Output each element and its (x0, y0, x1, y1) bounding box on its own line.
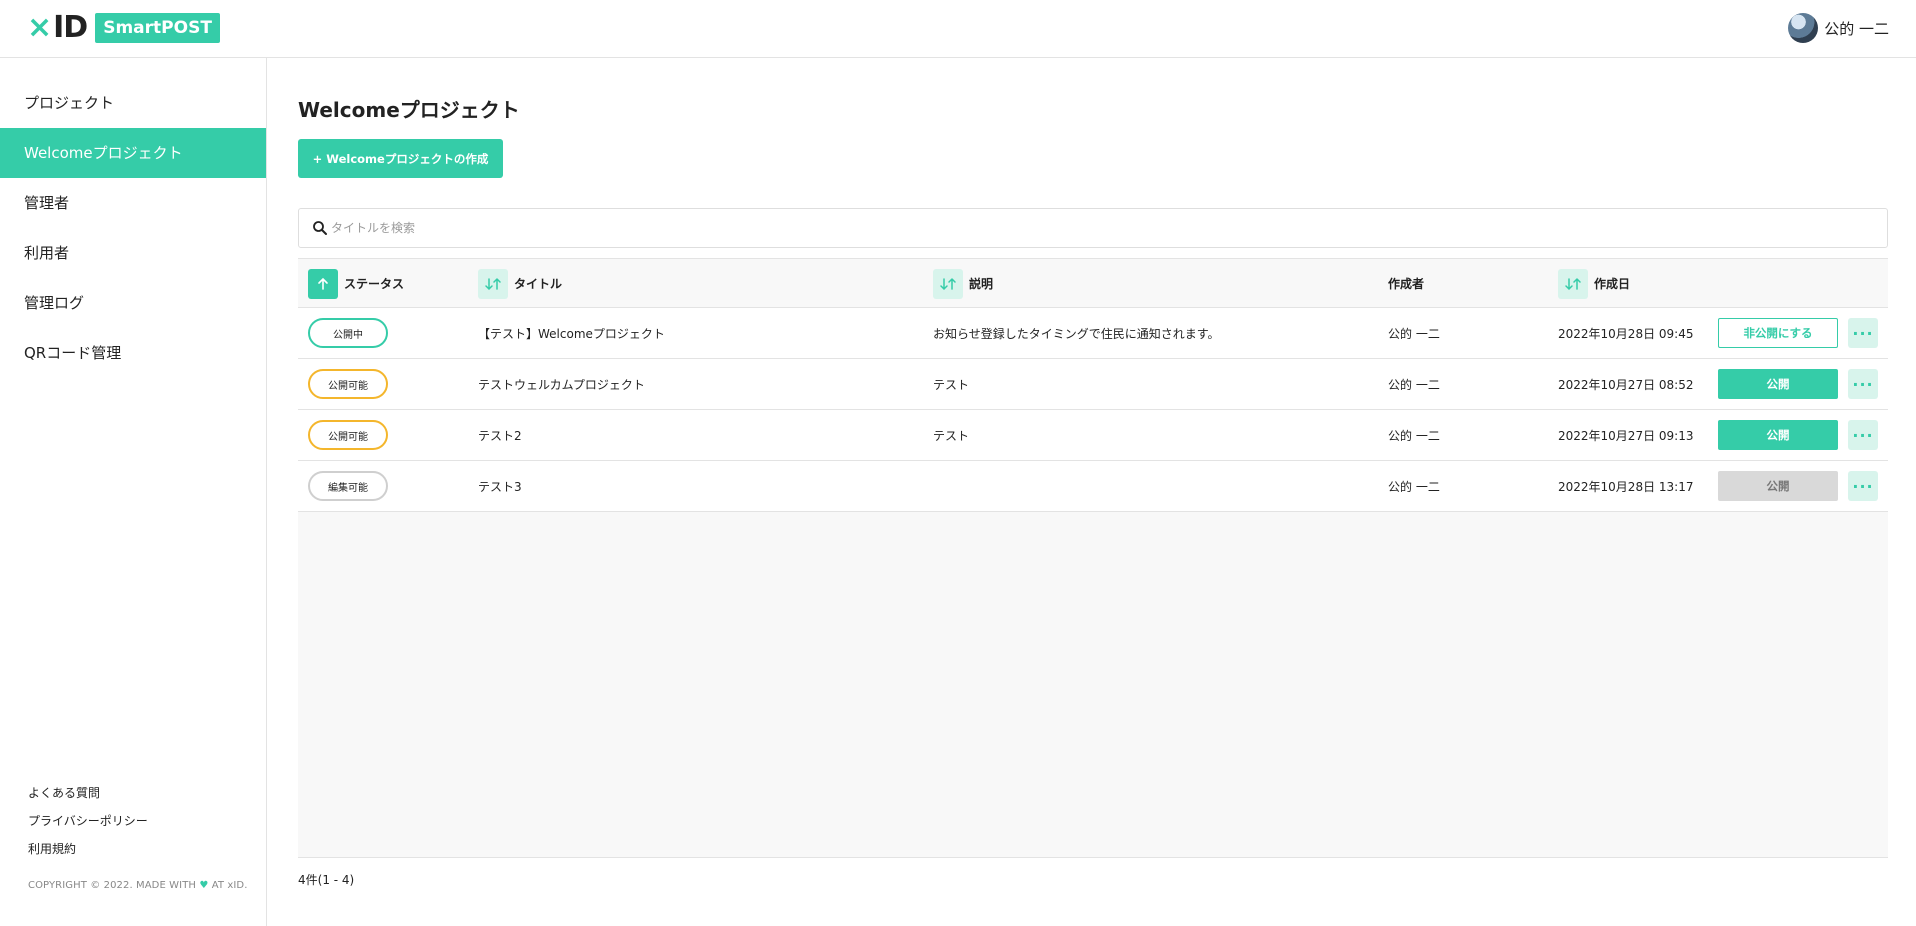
column-title-label: タイトル (514, 277, 563, 291)
copyright-suffix: AT xID. (211, 880, 248, 891)
heart-icon: ♥ (199, 880, 209, 891)
status-badge: 編集可能 (308, 471, 388, 501)
more-icon[interactable]: ··· (1848, 471, 1878, 501)
table-row: 編集可能 テスト3 公的 一二 2022年10月28日 13:17 公開 ··· (298, 461, 1888, 512)
project-table: ステータス タイトル 説明 作成者 作成日 公開中 【テスト】Welcomeプロ… (298, 258, 1888, 858)
terms-link[interactable]: 利用規約 (28, 840, 76, 857)
description-cell: テスト (933, 428, 970, 443)
logo-x: × (27, 10, 53, 45)
created-cell: 2022年10月28日 13:17 (1558, 479, 1694, 494)
title-cell[interactable]: テスト2 (478, 410, 522, 460)
faq-link[interactable]: よくある質問 (28, 784, 100, 801)
column-description-label: 説明 (969, 277, 994, 291)
column-author-label: 作成者 (1388, 277, 1425, 291)
title-cell[interactable]: テスト3 (478, 461, 522, 511)
logo-badge: SmartPOST (95, 13, 220, 43)
column-title: タイトル (478, 259, 562, 308)
column-created: 作成日 (1558, 259, 1630, 308)
created-cell: 2022年10月27日 08:52 (1558, 377, 1694, 392)
status-cell: 公開可能 (308, 359, 388, 409)
copyright-prefix: COPYRIGHT © 2022. MADE WITH (28, 880, 197, 891)
unpublish-button[interactable]: 非公開にする (1718, 318, 1838, 348)
search-icon (313, 221, 327, 235)
more-icon[interactable]: ··· (1848, 420, 1878, 450)
description-cell: お知らせ登録したタイミングで住民に通知されます。 (933, 326, 1220, 341)
user-name: 公的 一二 (1824, 19, 1889, 38)
created-cell: 2022年10月28日 09:45 (1558, 326, 1694, 341)
more-icon[interactable]: ··· (1848, 318, 1878, 348)
top-header: × ID SmartPOST 公的 一二 (0, 0, 1916, 58)
app-logo[interactable]: × ID SmartPOST (27, 12, 220, 44)
sidebar-item-admins[interactable]: 管理者 (0, 178, 266, 228)
copyright: COPYRIGHT © 2022. MADE WITH ♥ AT xID. (28, 880, 248, 891)
sidebar-item-users[interactable]: 利用者 (0, 228, 266, 278)
sidebar-item-projects[interactable]: プロジェクト (0, 78, 266, 128)
sort-arrows-icon[interactable] (1558, 268, 1588, 299)
status-badge: 公開可能 (308, 420, 388, 450)
title-cell[interactable]: テストウェルカムプロジェクト (478, 359, 645, 409)
more-icon[interactable]: ··· (1848, 369, 1878, 399)
sort-arrows-icon[interactable] (478, 268, 508, 299)
status-badge: 公開可能 (308, 369, 388, 399)
result-count: 4件(1 - 4) (298, 873, 355, 887)
privacy-policy-link[interactable]: プライバシーポリシー (28, 812, 148, 829)
column-description: 説明 (933, 259, 993, 308)
page-title: Welcomeプロジェクト (298, 98, 520, 122)
table-row: 公開可能 テスト2 テスト 公的 一二 2022年10月27日 09:13 公開… (298, 410, 1888, 461)
author-cell: 公的 一二 (1388, 326, 1440, 341)
sidebar-item-welcome-projects[interactable]: Welcomeプロジェクト (0, 128, 266, 178)
description-cell: テスト (933, 377, 970, 392)
status-cell: 編集可能 (308, 461, 388, 511)
sidebar-item-qr-code[interactable]: QRコード管理 (0, 328, 266, 378)
author-cell: 公的 一二 (1388, 479, 1440, 494)
sidebar-item-admin-log[interactable]: 管理ログ (0, 278, 266, 328)
publish-button[interactable]: 公開 (1718, 369, 1838, 399)
publish-button-disabled: 公開 (1718, 471, 1838, 501)
status-cell: 公開中 (308, 308, 388, 358)
column-author: 作成者 (1388, 259, 1424, 308)
status-cell: 公開可能 (308, 410, 388, 460)
sidebar: プロジェクト Welcomeプロジェクト 管理者 利用者 管理ログ QRコード管… (0, 58, 267, 926)
column-status-label: ステータス (344, 277, 405, 291)
search-input[interactable] (331, 217, 1871, 239)
status-badge: 公開中 (308, 318, 388, 348)
arrow-up-icon[interactable] (308, 268, 338, 299)
author-cell: 公的 一二 (1388, 428, 1440, 443)
table-row: 公開可能 テストウェルカムプロジェクト テスト 公的 一二 2022年10月27… (298, 359, 1888, 410)
created-cell: 2022年10月27日 09:13 (1558, 428, 1694, 443)
sort-arrows-icon[interactable] (933, 268, 963, 299)
user-menu[interactable]: 公的 一二 (1788, 13, 1889, 43)
logo-id: ID (53, 10, 88, 45)
table-row: 公開中 【テスト】Welcomeプロジェクト お知らせ登録したタイミングで住民に… (298, 308, 1888, 359)
search-box[interactable] (298, 208, 1888, 248)
column-status: ステータス (308, 259, 404, 308)
create-welcome-project-button[interactable]: + Welcomeプロジェクトの作成 (298, 139, 503, 178)
title-cell[interactable]: 【テスト】Welcomeプロジェクト (478, 308, 665, 358)
table-header: ステータス タイトル 説明 作成者 作成日 (298, 259, 1888, 308)
publish-button[interactable]: 公開 (1718, 420, 1838, 450)
column-created-label: 作成日 (1594, 277, 1631, 291)
author-cell: 公的 一二 (1388, 377, 1440, 392)
avatar[interactable] (1788, 13, 1819, 43)
